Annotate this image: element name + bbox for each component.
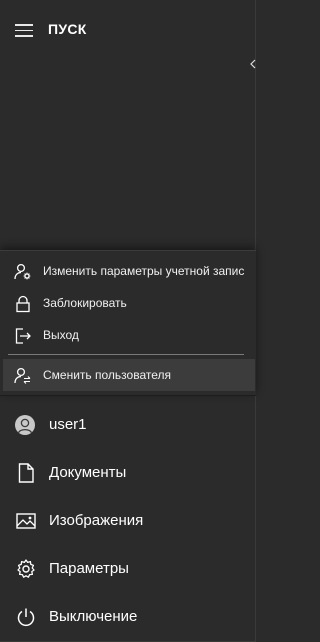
resize-handle-icon[interactable]: [250, 59, 256, 69]
avatar-icon: [15, 415, 35, 435]
sign-out-icon: [15, 328, 31, 344]
page-title: ПУСК: [48, 21, 87, 37]
start-menu-panel: ПУСК Изменить параметры учетной запис За…: [0, 0, 256, 642]
nav-item-label: Выключение: [49, 608, 138, 625]
menu-divider: [8, 354, 244, 355]
menu-item-sign-out[interactable]: Выход: [0, 319, 256, 351]
menu-item-change-account-settings[interactable]: Изменить параметры учетной запис: [0, 255, 256, 287]
nav-item-label: Параметры: [49, 560, 129, 577]
nav-item-user[interactable]: user1: [0, 401, 256, 449]
menu-item-lock[interactable]: Заблокировать: [0, 287, 256, 319]
switch-user-icon: [14, 367, 31, 384]
menu-item-label: Изменить параметры учетной запис: [43, 264, 245, 278]
menu-item-label: Заблокировать: [43, 296, 127, 310]
nav-item-settings[interactable]: Параметры: [0, 545, 256, 593]
nav-item-documents[interactable]: Документы: [0, 449, 256, 497]
account-flyout-menu: Изменить параметры учетной запис Заблоки…: [0, 250, 256, 396]
nav-item-power[interactable]: Выключение: [0, 593, 256, 641]
menu-item-label: Сменить пользователя: [43, 368, 171, 382]
nav-item-pictures[interactable]: Изображения: [0, 497, 256, 545]
power-icon: [17, 608, 35, 627]
nav-item-label: Документы: [49, 464, 127, 481]
nav-item-label: Изображения: [49, 512, 144, 529]
user-settings-icon: [14, 263, 31, 280]
menu-item-switch-user[interactable]: Сменить пользователя: [3, 359, 255, 391]
document-icon: [18, 463, 34, 483]
user-name: user1: [49, 416, 87, 433]
hamburger-icon[interactable]: [15, 24, 33, 37]
menu-item-label: Выход: [43, 328, 79, 342]
pictures-icon: [16, 513, 36, 529]
start-menu-header: ПУСК: [0, 0, 256, 60]
gear-icon: [17, 559, 35, 578]
lock-icon: [16, 295, 30, 313]
